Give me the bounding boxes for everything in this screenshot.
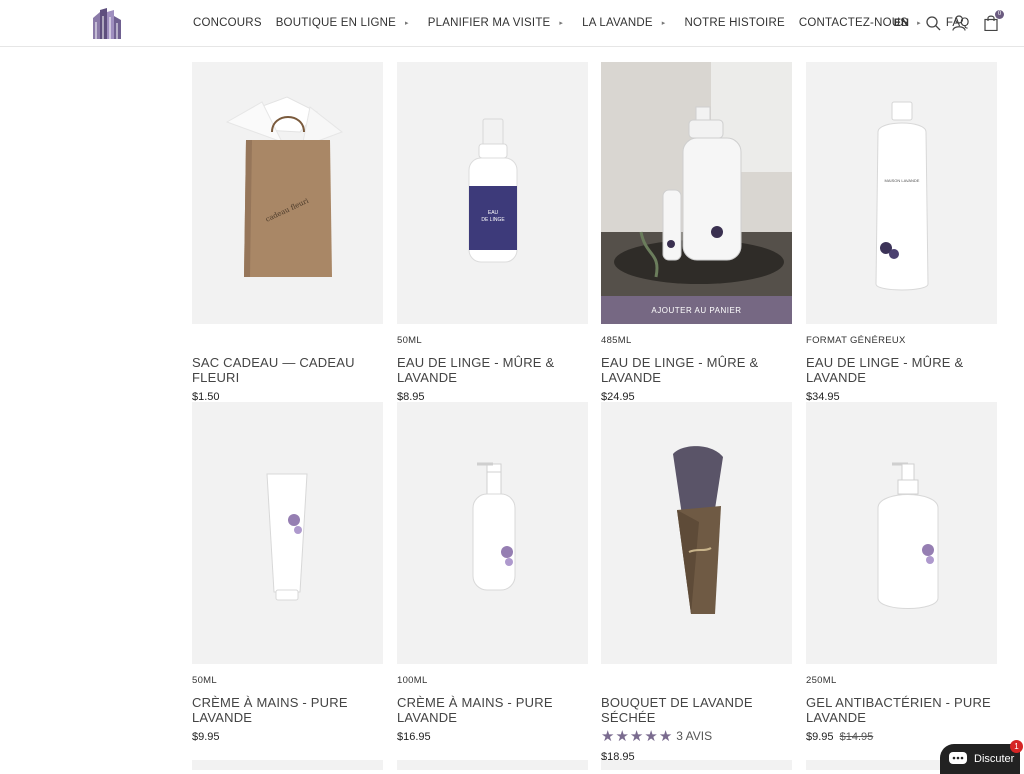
product-image[interactable]: AJOUTER AU PANIER [601, 62, 792, 324]
hand-cream-pump-image [472, 462, 516, 591]
star-icon: ★ [615, 728, 629, 745]
product-image[interactable] [192, 402, 383, 664]
product-variant: FORMAT GÉNÉREUX [806, 335, 906, 346]
chat-icon [949, 752, 967, 764]
pump-bottle-image [877, 462, 939, 609]
nav-label: PLANIFIER MA VISITE [427, 17, 551, 29]
review-count: 3 AVIS [676, 729, 713, 743]
lavender-bouquet-image [673, 446, 723, 614]
product-price: $9.95 $14.95 [806, 731, 997, 743]
search-icon[interactable] [924, 14, 942, 32]
caret-right-icon: ▸ [405, 20, 409, 27]
product-price: $9.95 [192, 731, 220, 743]
product-image[interactable]: cadeau fleuri [192, 62, 383, 324]
product-variant: 100ML [397, 675, 428, 686]
product-card[interactable]: BOUQUET DE LAVANDE SÉCHÉE ★ ★ ★ ★ ★ 3 AV… [601, 402, 792, 763]
product-title[interactable]: SAC CADEAU — CADEAU FLEURI [192, 355, 383, 385]
nav-boutique[interactable]: BOUTIQUE EN LIGNE ▸ [276, 17, 409, 29]
product-variant: 50ML [192, 675, 217, 686]
nav-concours[interactable]: CONCOURS [193, 17, 262, 29]
svg-text:MAISON LAVANDE: MAISON LAVANDE [885, 178, 920, 183]
cart-count-badge: 0 [995, 10, 1004, 19]
star-icon: ★ [601, 728, 615, 745]
large-bottle-image: MAISON LAVANDE [875, 101, 929, 291]
language-switch[interactable]: EN [894, 17, 909, 29]
product-card[interactable]: cadeau fleuri SAC CADEAU — CADEAU FLEURI… [192, 62, 383, 403]
nav-label: CONTACTEZ-NOUS [798, 17, 909, 29]
product-title[interactable]: CRÈME À MAINS - PURE LAVANDE [397, 695, 588, 725]
product-card[interactable]: AJOUTER AU PANIER 485ML EAU DE LINGE - M… [601, 62, 792, 403]
main-navigation: CONCOURS BOUTIQUE EN LIGNE ▸ PLANIFIER M… [193, 0, 969, 46]
header-tools: EN 0 [894, 0, 1004, 46]
chat-notification-badge: 1 [1010, 740, 1023, 753]
rating-stars[interactable]: ★ ★ ★ ★ ★ 3 AVIS [601, 727, 792, 745]
add-to-cart-button[interactable]: AJOUTER AU PANIER [601, 296, 792, 324]
next-row-image [397, 760, 588, 770]
account-icon[interactable] [950, 14, 968, 32]
nav-label: LA LAVANDE [582, 17, 653, 29]
chat-label: Discuter [974, 753, 1015, 765]
product-title[interactable]: BOUQUET DE LAVANDE SÉCHÉE [601, 695, 792, 725]
product-image[interactable]: EAU DE LINGE [397, 62, 588, 324]
next-row-image [192, 760, 383, 770]
nav-planifier[interactable]: PLANIFIER MA VISITE ▸ [428, 17, 563, 29]
cart-icon[interactable]: 0 [982, 10, 1004, 32]
product-card[interactable]: EAU DE LINGE 50ML EAU DE LINGE - MÛRE & … [397, 62, 588, 403]
nav-la-lavande[interactable]: LA LAVANDE ▸ [582, 17, 665, 29]
product-image[interactable]: MAISON LAVANDE [806, 62, 997, 324]
spray-bottle-scene-image [601, 62, 792, 324]
product-variant: 50ML [397, 335, 422, 346]
product-image[interactable] [601, 402, 792, 664]
product-image[interactable] [397, 402, 588, 664]
product-title[interactable]: EAU DE LINGE - MÛRE & LAVANDE [397, 355, 588, 385]
nav-label: BOUTIQUE EN LIGNE [275, 17, 397, 29]
star-icon: ★ [658, 728, 673, 745]
product-variant [601, 675, 792, 687]
star-icon: ★ [629, 728, 644, 745]
product-title[interactable]: CRÈME À MAINS - PURE LAVANDE [192, 695, 383, 725]
caret-right-icon: ▸ [559, 20, 564, 27]
product-variant: 485ML [601, 335, 632, 346]
product-title[interactable]: EAU DE LINGE - MÛRE & LAVANDE [806, 355, 997, 385]
gift-bag-image: cadeau fleuri [225, 96, 344, 277]
product-card[interactable]: 50ML CRÈME À MAINS - PURE LAVANDE $9.95 [192, 402, 383, 743]
star-icon: ★ [644, 728, 658, 745]
svg-text:EAU: EAU [488, 210, 499, 216]
nav-label: CONCOURS [193, 17, 262, 29]
product-title[interactable]: EAU DE LINGE - MÛRE & LAVANDE [601, 355, 792, 385]
current-price: $9.95 [806, 731, 834, 743]
caret-right-icon: ▸ [661, 20, 666, 27]
chat-button[interactable]: Discuter [940, 744, 1020, 774]
product-card[interactable]: 250ML GEL ANTIBACTÉRIEN - PURE LAVANDE $… [806, 402, 997, 743]
product-title[interactable]: GEL ANTIBACTÉRIEN - PURE LAVANDE [806, 695, 997, 725]
site-header: CONCOURS BOUTIQUE EN LIGNE ▸ PLANIFIER M… [0, 0, 1024, 47]
nav-label: NOTRE HISTOIRE [684, 17, 785, 29]
svg-text:DE LINGE: DE LINGE [481, 217, 505, 223]
product-variant: 250ML [806, 675, 837, 686]
product-price: $16.95 [397, 731, 431, 743]
spray-bottle-image: EAU DE LINGE [468, 118, 518, 263]
product-card[interactable]: MAISON LAVANDE FORMAT GÉNÉREUX EAU DE LI… [806, 62, 997, 403]
product-card[interactable]: 100ML CRÈME À MAINS - PURE LAVANDE $16.9… [397, 402, 588, 743]
product-variant [192, 335, 383, 347]
next-row-image [601, 760, 792, 770]
product-image[interactable] [806, 402, 997, 664]
hand-cream-tube-image [266, 473, 308, 601]
original-price: $14.95 [839, 731, 874, 743]
brand-logo-icon[interactable] [92, 8, 122, 39]
nav-notre-histoire[interactable]: NOTRE HISTOIRE [684, 17, 784, 29]
